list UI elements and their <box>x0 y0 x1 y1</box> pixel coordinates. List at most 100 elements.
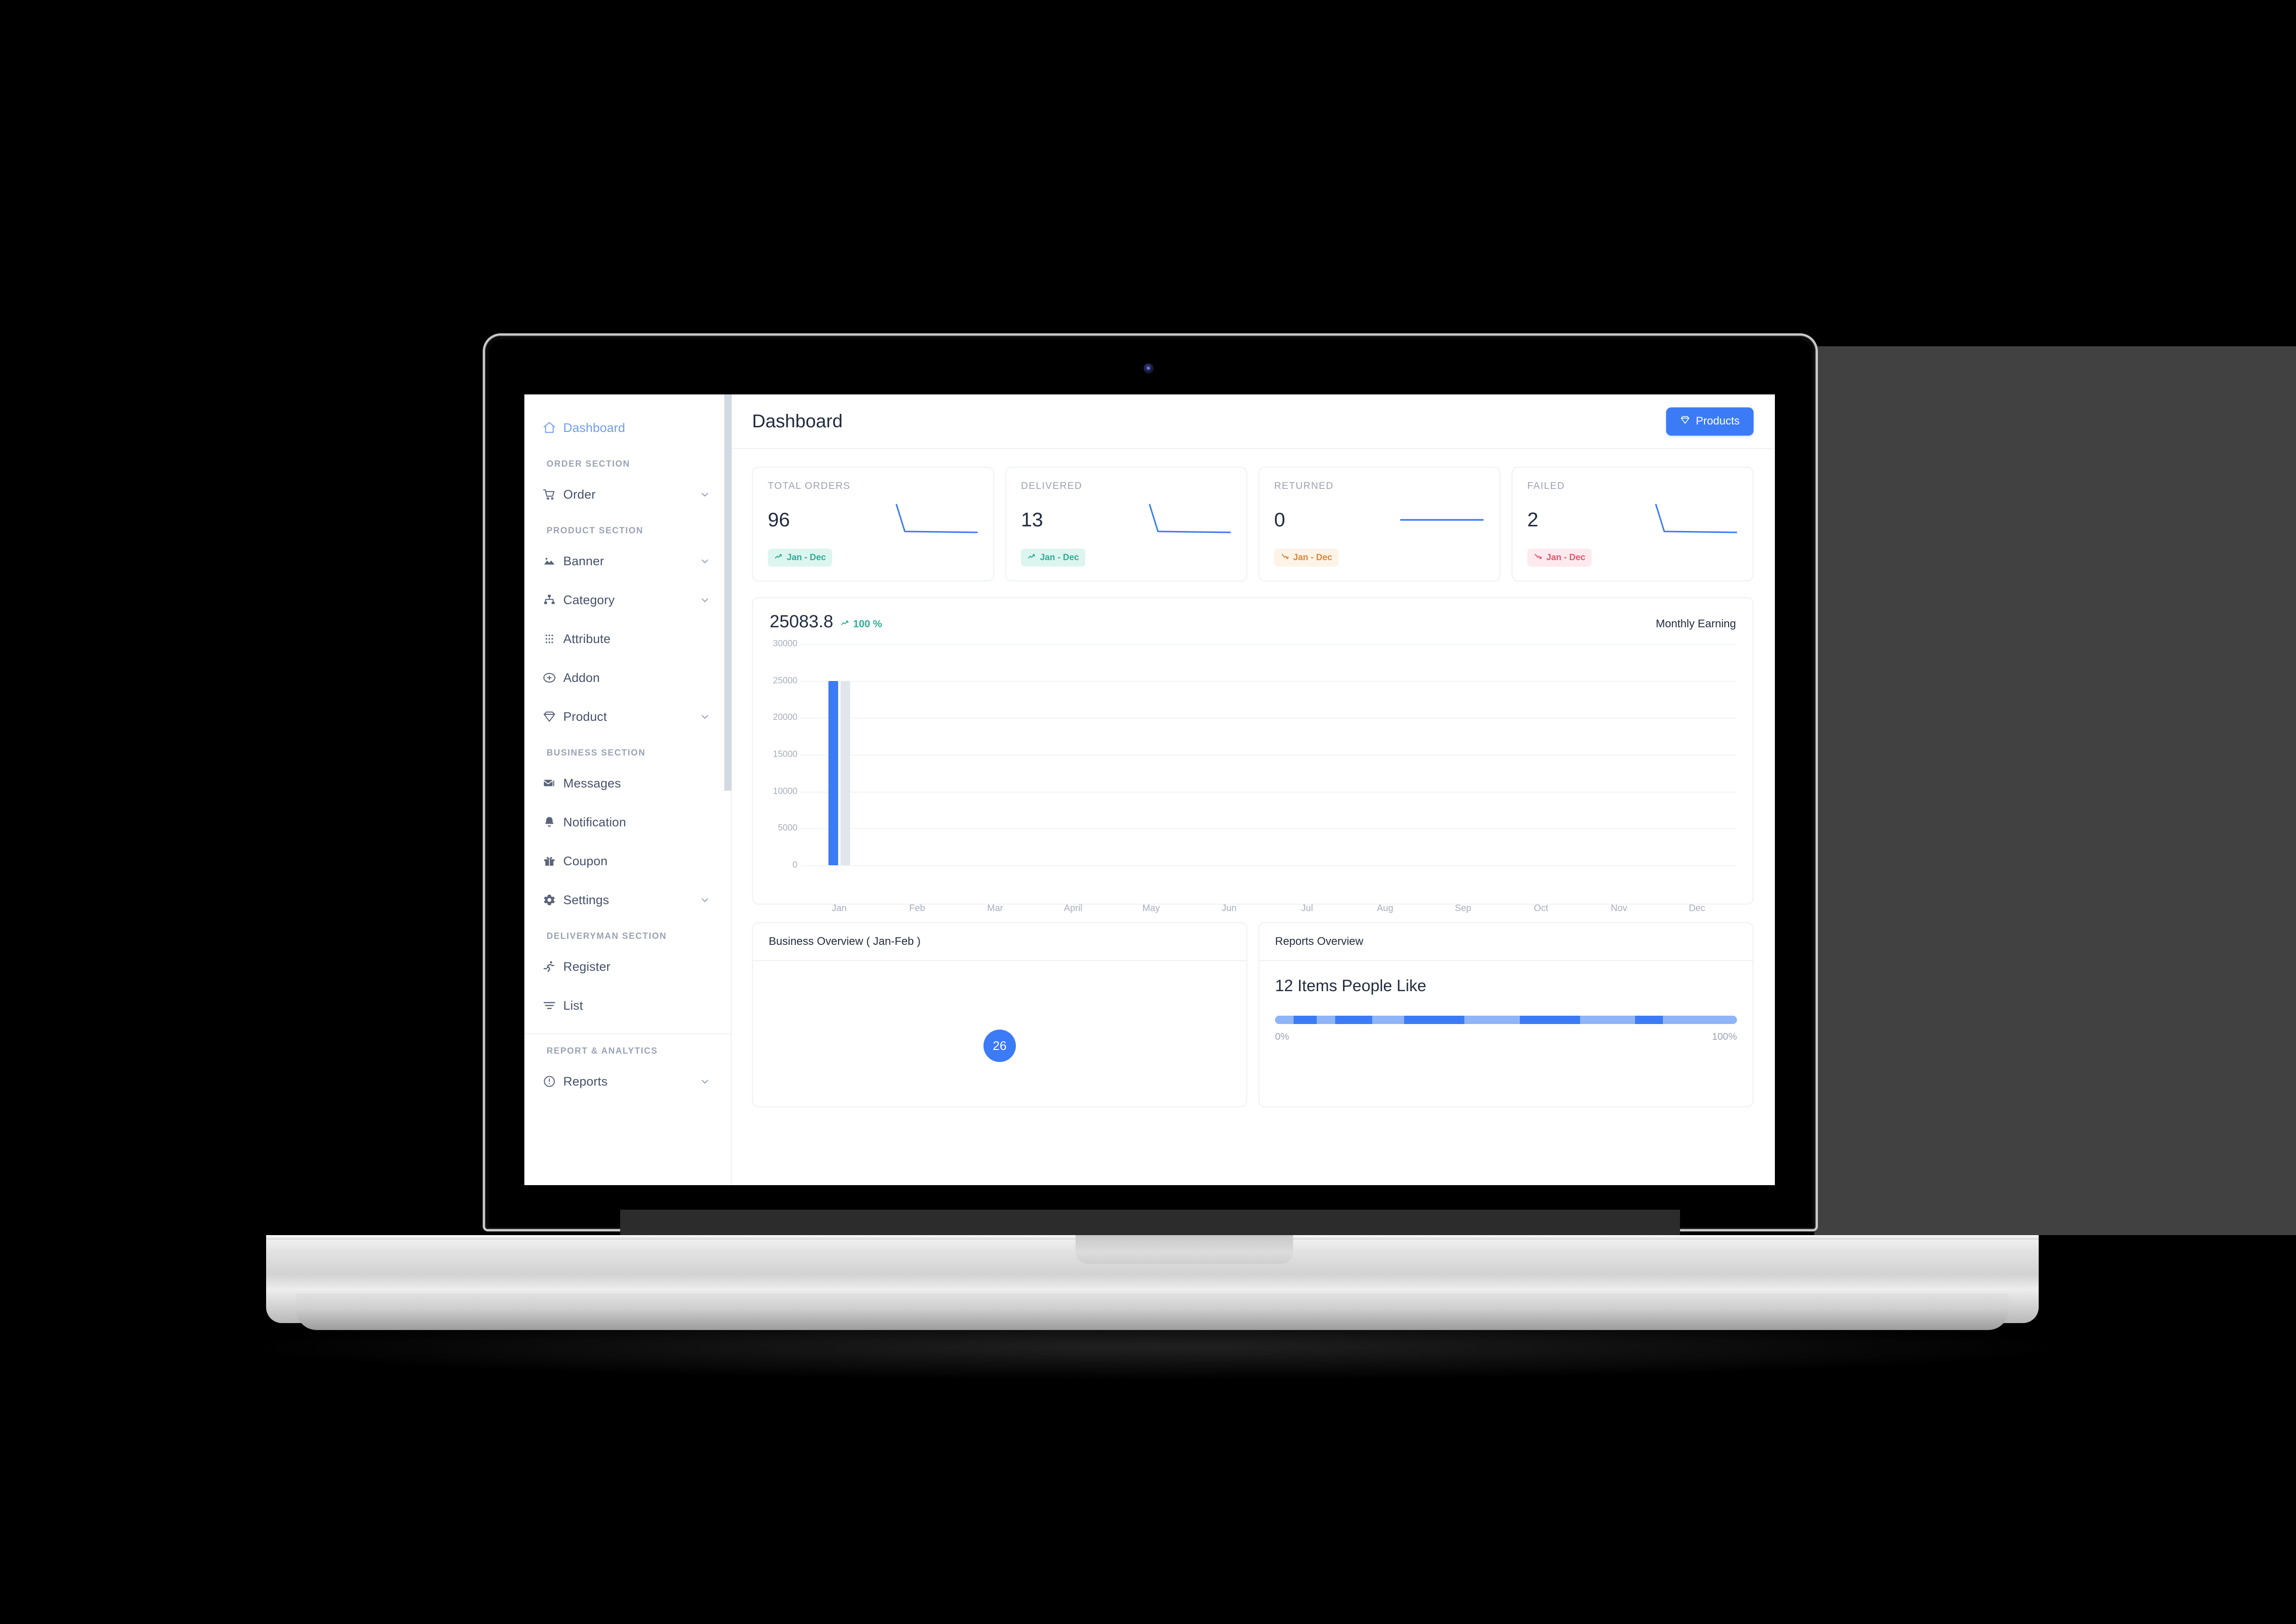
sidebar-item-coupon[interactable]: Coupon <box>524 842 731 881</box>
status-badge: Jan - Dec <box>1274 549 1339 567</box>
stat-row: 96 <box>768 501 978 539</box>
sidebar-item-banner[interactable]: Banner <box>524 542 731 581</box>
sidebar-item-label: Product <box>563 709 607 724</box>
stat-value: 2 <box>1527 508 1538 531</box>
trend-up-icon <box>840 618 850 630</box>
trend-down-icon <box>1281 552 1289 563</box>
chart-y-tick-label: 30000 <box>773 639 797 649</box>
chart-bar-group <box>878 644 957 865</box>
stat-value: 0 <box>1274 508 1285 531</box>
progress-segment <box>1519 1016 1580 1024</box>
chart-x-tick-label: Oct <box>1534 903 1549 913</box>
sidebar-item-category[interactable]: Category <box>524 581 731 619</box>
sidebar-item-register[interactable]: Register <box>524 947 731 986</box>
sidebar-item-list[interactable]: List <box>524 986 731 1025</box>
stat-card: DELIVERED 13 Jan - Dec <box>1005 467 1247 581</box>
sitemap-icon <box>538 593 560 607</box>
stat-cards-row: TOTAL ORDERS 96 Jan - Dec DELIVERED 13 Jan - … <box>732 449 1775 581</box>
sidebar-item-notification[interactable]: Notification <box>524 803 731 842</box>
chevron-down-icon[interactable] <box>699 1076 710 1087</box>
image-icon <box>538 554 560 568</box>
reports-overview-body: 12 Items People Like 0% 100% <box>1259 961 1753 1106</box>
sidebar-item-product[interactable]: Product <box>524 697 731 736</box>
progress-segment <box>1404 1016 1465 1024</box>
webcam-lens-icon <box>1147 367 1150 370</box>
sidebar-item-label: Notification <box>563 815 626 829</box>
chevron-down-icon[interactable] <box>699 894 710 906</box>
sidebar-item-label: Coupon <box>563 854 608 868</box>
progress-bar[interactable] <box>1275 1016 1737 1024</box>
progress-segment <box>1580 1016 1636 1024</box>
chevron-down-icon[interactable] <box>699 489 710 500</box>
chart-bar-group <box>1658 644 1736 865</box>
sidebar-section-title: PRODUCT SECTION <box>547 526 644 536</box>
sidebar-item-messages[interactable]: Messages <box>524 764 731 803</box>
earnings-value: 25083.8 <box>770 612 834 631</box>
chart-bar-group <box>800 644 878 865</box>
chart-x-tick-label: Feb <box>909 903 925 913</box>
stat-card: FAILED 2 Jan - Dec <box>1512 467 1754 581</box>
chart-x-tick-label: Mar <box>987 903 1003 913</box>
products-button-label: Products <box>1696 415 1740 427</box>
chart-x-tick-label: April <box>1064 903 1083 913</box>
bottom-cards-row: Business Overview ( Jan-Feb ) 26 Reports… <box>732 905 1775 1107</box>
diamond-icon <box>1680 415 1690 428</box>
sidebar-item-settings[interactable]: Settings <box>524 881 731 919</box>
sidebar-item-attribute[interactable]: Attribute <box>524 619 731 658</box>
trend-up-icon <box>1027 552 1036 563</box>
stat-card: RETURNED 0 Jan - Dec <box>1258 467 1500 581</box>
status-badge-label: Jan - Dec <box>1546 552 1586 562</box>
chart-x-tick-label: Jan <box>832 903 847 913</box>
sidebar-item-addon[interactable]: Addon <box>524 658 731 697</box>
status-badge: Jan - Dec <box>1021 549 1086 567</box>
progress-max-label: 100% <box>1712 1031 1737 1042</box>
progress-segment <box>1335 1016 1372 1024</box>
reports-overview-title: Reports Overview <box>1259 923 1753 961</box>
laptop-hinge <box>620 1210 1680 1237</box>
earnings-header: 25083.8 100 % Monthly Earning <box>770 612 1736 632</box>
sparkline-chart <box>1146 501 1232 539</box>
chart-y-tick-label: 5000 <box>778 823 797 833</box>
earnings-percent-label: 100 % <box>853 618 882 630</box>
sidebar: Dashboard ORDER SECTION Order PRODUCT SECT… <box>524 394 732 1185</box>
chart-y-tick-label: 20000 <box>773 712 797 723</box>
chart-bar-group <box>1034 644 1113 865</box>
sidebar-item-dashboard[interactable]: Dashboard <box>524 408 731 447</box>
business-overview-card: Business Overview ( Jan-Feb ) 26 <box>752 922 1247 1107</box>
products-button[interactable]: Products <box>1666 407 1754 436</box>
laptop-base-notch <box>1076 1235 1293 1264</box>
bell-icon <box>538 815 560 829</box>
laptop-mockup: Dashboard ORDER SECTION Order PRODUCT SECT… <box>0 0 2296 1624</box>
donut-chart: 26 <box>983 1030 1016 1062</box>
gear-icon <box>538 893 560 907</box>
chevron-down-icon[interactable] <box>699 711 710 722</box>
chart-bars <box>800 644 1736 865</box>
progress-segment <box>1372 1016 1405 1024</box>
sidebar-section-title: REPORT & ANALYTICS <box>547 1046 658 1056</box>
sidebar-section-title: DELIVERYMAN SECTION <box>547 931 667 941</box>
progress-segment <box>1663 1016 1737 1024</box>
sidebar-item-reports[interactable]: Reports <box>524 1062 731 1101</box>
page-header: Dashboard Products <box>732 394 1775 449</box>
envelope-icon <box>538 776 560 790</box>
chart-x-axis: Jan Feb Mar April May Jun Jul Aug Sep Oct Nov Dec <box>800 903 1736 914</box>
sidebar-item-label: List <box>563 998 583 1012</box>
sidebar-item-label: Reports <box>563 1074 608 1088</box>
stat-label: DELIVERED <box>1021 481 1083 491</box>
chart-bar-group <box>1268 644 1346 865</box>
stat-card: TOTAL ORDERS 96 Jan - Dec <box>752 467 994 581</box>
alert-circle-icon <box>538 1074 560 1088</box>
chevron-down-icon[interactable] <box>699 594 710 606</box>
page-title: Dashboard <box>752 411 843 431</box>
stat-label: FAILED <box>1527 481 1565 491</box>
chart-x-tick-label: Nov <box>1611 903 1628 913</box>
sparkline-chart <box>1652 501 1738 539</box>
earnings-card: 25083.8 100 % Monthly Earning 0 5000 10000… <box>752 597 1754 913</box>
sparkline-chart <box>893 501 978 539</box>
sidebar-item-order[interactable]: Order <box>524 475 731 514</box>
business-overview-body: 26 <box>753 961 1246 1106</box>
list-icon <box>538 999 560 1012</box>
chevron-down-icon[interactable] <box>699 556 710 567</box>
chart-bar-group <box>956 644 1034 865</box>
status-badge: Jan - Dec <box>1527 549 1592 567</box>
